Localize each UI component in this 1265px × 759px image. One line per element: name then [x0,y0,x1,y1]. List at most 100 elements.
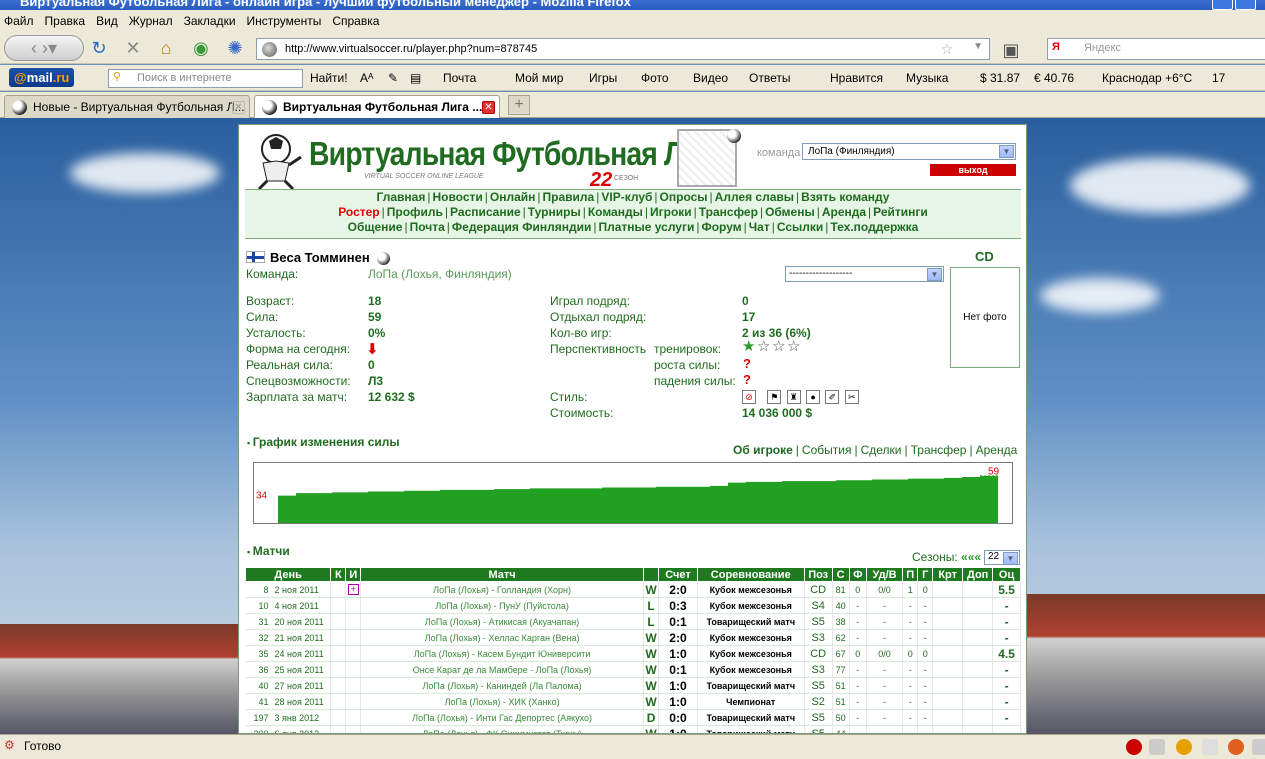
match-cell[interactable]: Онсе Карат де ла Мамбере - ЛоПа (Лохья) [360,661,644,678]
away-team-link[interactable]: Атикисая (Акуачапан) [489,617,580,627]
nav-link[interactable]: Форум [701,220,741,234]
highlight-icon[interactable]: ✎ [388,71,398,85]
mailru-logo[interactable]: @mail.ru [9,68,75,87]
score-cell[interactable]: 1:0 [658,645,698,662]
team-select[interactable]: ЛоПа (Финляндия) ▼ [802,143,1016,160]
tab-current[interactable]: Виртуальная Футбольная Лига ... ✕ [254,95,500,118]
weather-link[interactable]: Краснодар +6°C [1102,71,1192,85]
match-cell[interactable]: ЛоПа (Лохья) - Касем Бундит Юниверсити [360,645,644,662]
home-team-link[interactable]: ЛоПа (Лохья) [425,617,481,627]
nav-link[interactable]: Тех.поддержка [830,220,918,234]
away-team-link[interactable]: ПунУ (Пуйстола) [499,601,569,611]
reload-icon[interactable]: ↻ [88,36,110,60]
style-dribble-icon[interactable]: ✂ [844,390,859,404]
nav-link[interactable]: Правила [543,190,595,204]
match-cell[interactable]: ЛоПа (Лохья) - Атикисая (Акуачапан) [360,613,644,630]
style-sprint-icon[interactable]: ⊘ [742,390,756,404]
away-team-link[interactable]: ХИК (Ханко) [508,697,559,707]
traffic-link[interactable]: 17 [1212,71,1225,85]
menu-help[interactable]: Справка [332,14,379,28]
home-team-link[interactable]: ЛоПа (Лохья) [425,633,481,643]
home-team-link[interactable]: ЛоПа (Лохья) [412,713,468,723]
menu-edit[interactable]: Правка [45,14,86,28]
stop-icon[interactable]: ✕ [122,36,144,60]
home-team-link[interactable]: Онсе Карат де ла Мамбере [413,665,528,675]
nav-link[interactable]: Онлайн [490,190,536,204]
column-header[interactable]: Счет [658,567,698,582]
nav-link[interactable]: Федерация Финляндии [452,220,591,234]
exit-button[interactable]: выход [930,164,1016,176]
photo-link[interactable]: Фото [641,71,669,85]
likes-link[interactable]: Нравится [830,71,883,85]
column-header[interactable]: С [831,567,850,582]
font-size-icon[interactable]: Aᴬ [360,71,373,85]
nav-link[interactable]: Расписание [450,205,521,219]
score-cell[interactable]: 1:0 [658,693,698,710]
style-castle-icon[interactable]: ♜ [786,390,801,404]
firefox-icon[interactable] [1228,739,1244,755]
menu-history[interactable]: Журнал [129,14,173,28]
match-cell[interactable]: ЛоПа (Лохья) - ХИК (Ханко) [360,693,644,710]
player-team-link[interactable]: ЛоПа (Лохья, Финляндия) [368,267,512,281]
cursor-icon[interactable] [1202,739,1218,755]
mail-link[interactable]: Почта [443,71,476,85]
link-loan[interactable]: Аренда [976,443,1018,457]
style-ball-icon[interactable]: ● [806,390,821,404]
column-header[interactable]: И [345,567,362,582]
match-cell[interactable]: ЛоПа (Лохья) - ФК Синимустат (Турку) [360,725,644,733]
nav-link[interactable]: Главная [377,190,426,204]
style-pass-icon[interactable]: ✐ [825,390,840,404]
style-tackle-icon[interactable]: ⚑ [767,390,782,404]
column-header[interactable]: Ф [848,567,867,582]
column-header[interactable]: Г [917,567,934,582]
season-select[interactable]: 22 ▼ [984,550,1020,565]
maximize-button[interactable] [1235,0,1256,10]
nav-link[interactable]: VIP-клуб [601,190,652,204]
home-team-link[interactable]: ЛоПа (Лохья) [435,601,491,611]
search-input[interactable]: Я Яндекс [1047,38,1265,60]
match-cell[interactable]: ЛоПа (Лохья) - Хеллас Карган (Вена) [360,629,644,646]
myworld-link[interactable]: Мой мир [515,71,563,85]
menu-tools[interactable]: Инструменты [247,14,322,28]
score-cell[interactable]: 0:1 [658,661,698,678]
nav-link[interactable]: Чат [749,220,770,234]
usd-rate[interactable]: $ 31.87 [980,71,1020,85]
video-link[interactable]: Видео [693,71,728,85]
away-team-link[interactable]: ЛоПа (Лохья) [536,665,592,675]
column-header[interactable]: Соревнование [696,567,805,582]
addon2-icon[interactable]: ✺ [224,36,246,60]
mailru-search-input[interactable]: ⚲ Поиск в интернете [108,69,303,88]
player-action-select[interactable]: ------------------- ▼ [785,266,944,282]
link-deals[interactable]: Сделки [861,443,902,457]
face-icon[interactable] [1176,739,1192,755]
menu-view[interactable]: Вид [96,14,118,28]
addon-icon[interactable]: ◉ [190,36,212,60]
site-logo[interactable]: Виртуальная Футбольная Лига [309,135,726,173]
nav-link[interactable]: Профиль [387,205,443,219]
home-team-link[interactable]: ЛоПа (Лохья) [433,585,489,595]
close-tab-icon[interactable]: ✕ [482,101,495,114]
link-transfer[interactable]: Трансфер [911,443,967,457]
nav-link[interactable]: Команды [588,205,643,219]
score-cell[interactable]: 1:0 [658,725,698,733]
nav-link[interactable]: Взять команду [801,190,889,204]
home-icon[interactable]: ⌂ [155,36,177,60]
score-cell[interactable]: 0:1 [658,613,698,630]
column-header[interactable]: Доп [962,567,994,582]
nav-link[interactable]: Аллея славы [715,190,794,204]
url-bar[interactable]: http://www.virtualsoccer.ru/player.php?n… [256,38,990,60]
column-header[interactable]: Поз [803,567,833,582]
nav-link[interactable]: Игроки [650,205,692,219]
url-dropdown-icon[interactable]: ▼ [973,41,983,52]
nav-link[interactable]: Обмены [765,205,815,219]
nav-link[interactable]: Ссылки [777,220,823,234]
more-icon[interactable] [1252,739,1265,755]
score-cell[interactable]: 2:0 [658,581,698,598]
match-cell[interactable]: ЛоПа (Лохья) - Голландия (Хорн) [360,581,644,598]
adblock-icon[interactable] [1126,739,1142,755]
nav-link[interactable]: Аренда [822,205,866,219]
close-tab-icon[interactable]: ✕ [232,101,245,114]
music-link[interactable]: Музыка [906,71,948,85]
minimize-button[interactable] [1212,0,1233,10]
link-about-player[interactable]: Об игроке [733,443,793,457]
